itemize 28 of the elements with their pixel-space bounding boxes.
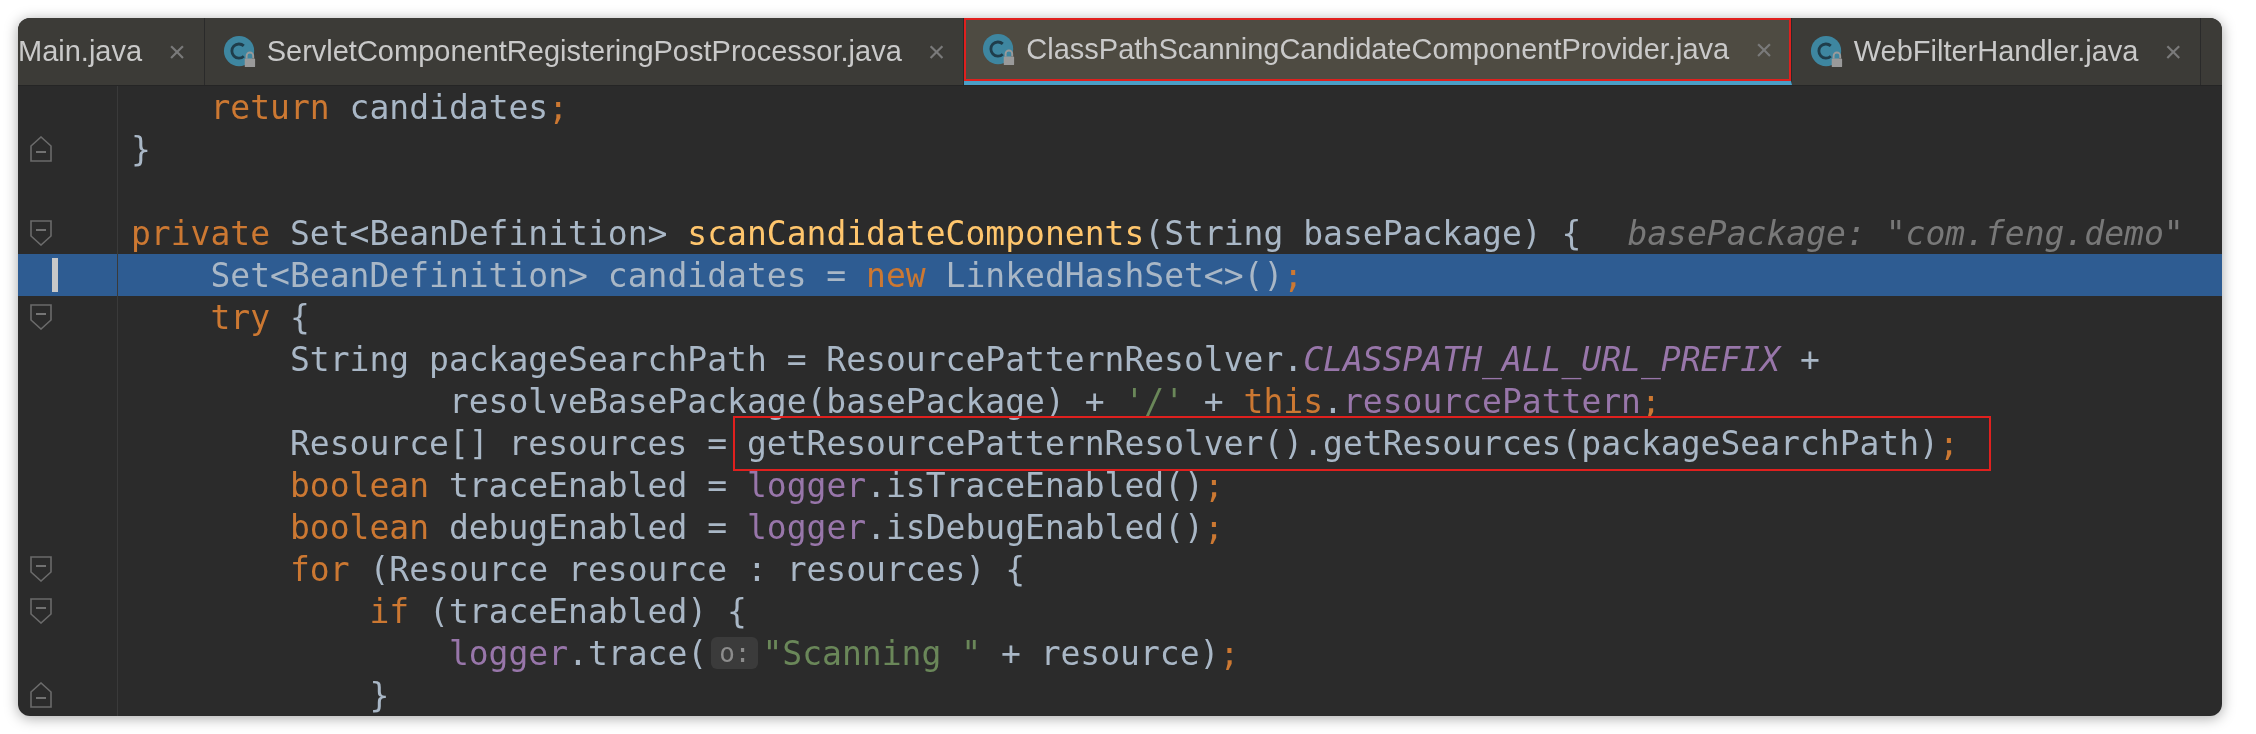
code-text: Resource[] resources = <box>288 423 729 463</box>
code-text: boolean debugEnabled = logger.isDebugEnabled(); <box>288 507 1224 547</box>
code-text: logger.trace( <box>447 633 708 673</box>
code-text: for (Resource resource : resources) { <box>288 549 1026 589</box>
code-text: getResourcePatternResolver().getResources(packageSearchPath); <box>746 423 1959 463</box>
code-text: "Scanning " + resource); <box>762 633 1240 673</box>
close-icon[interactable]: × <box>168 34 186 69</box>
code-text: boolean traceEnabled = logger.isTraceEnabled(); <box>288 465 1224 505</box>
fold-icon[interactable] <box>30 220 52 246</box>
unfold-icon[interactable] <box>30 682 52 708</box>
fold-icon[interactable] <box>30 598 52 624</box>
code-text: try { <box>209 297 310 337</box>
code-text: } <box>131 129 151 169</box>
editor-tab[interactable]: WebFilterHandler.java × <box>1791 18 2201 85</box>
editor-tab[interactable]: ClassPathScanningCandidateComponentProvider.java × <box>964 18 1792 85</box>
editor-tab[interactable]: Main.java × <box>18 18 205 85</box>
code-text: return candidates; <box>209 87 569 127</box>
inlay-hint: basePackage: "com.feng.demo" <box>1627 213 2184 253</box>
code-text: } <box>368 675 390 715</box>
editor-tab[interactable]: ServletComponentRegisteringPostProcessor.java × <box>204 18 965 85</box>
parameter-hint: o: <box>711 637 759 669</box>
fold-icon[interactable] <box>30 304 52 330</box>
fold-icon[interactable] <box>30 556 52 582</box>
code-text: private Set<BeanDefinition> scanCandidateComponents(String basePackage) { <box>131 213 1582 253</box>
code-text: Set<BeanDefinition> candidates = new LinkedHashSet<>(); <box>209 255 1304 295</box>
code-text: String packageSearchPath = ResourcePatternResolver.CLASSPATH_ALL_URL_PREFIX + <box>288 339 1820 379</box>
unfold-icon[interactable] <box>30 136 52 162</box>
code-text: if (traceEnabled) { <box>368 591 747 631</box>
